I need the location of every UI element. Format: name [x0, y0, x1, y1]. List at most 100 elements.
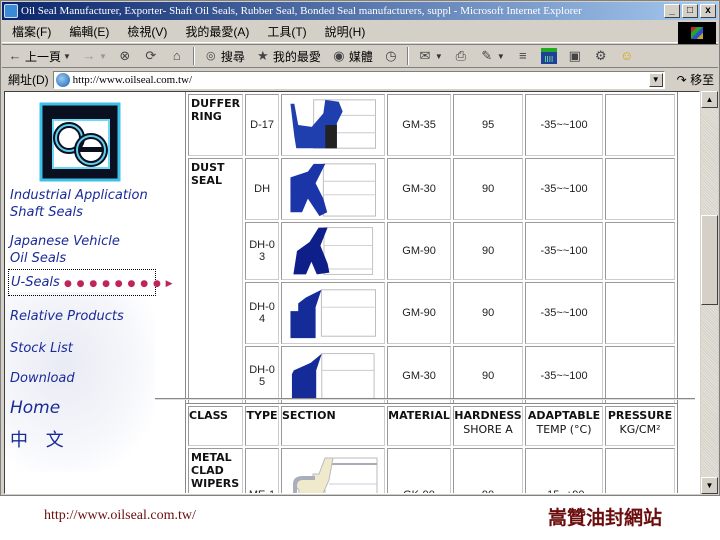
chevron-down-icon[interactable]: ▼	[497, 52, 505, 61]
research-icon: IIII	[540, 48, 557, 64]
header-hardness: HARDNESS SHORE A	[453, 406, 523, 446]
sidebar-item-japanese-vehicle-oil-seals[interactable]: Japanese Vehicle Oil Seals	[10, 233, 120, 267]
address-bar: 網址(D) http://www.oilseal.com.tw/ ▼ ↷ 移至	[2, 69, 718, 90]
cell-material: GM-35	[387, 94, 452, 156]
menu-tools[interactable]: 工具(T)	[257, 23, 314, 40]
cell-material: GM-90	[387, 282, 452, 344]
cell-temp: -15~+90	[525, 448, 603, 493]
menu-help[interactable]: 說明(H)	[315, 23, 374, 40]
company-logo	[39, 102, 121, 182]
media-button[interactable]: ◉ 媒體	[326, 48, 378, 65]
cell-material: GM-90	[387, 222, 452, 280]
research-button[interactable]: IIII	[536, 48, 562, 64]
cell-pressure	[605, 448, 675, 493]
header-hardness-line2: SHORE A	[463, 423, 513, 436]
cell-type: DH	[245, 158, 280, 220]
menu-edit[interactable]: 編輯(E)	[59, 23, 117, 40]
back-button[interactable]: ← 上一頁 ▼	[2, 48, 76, 65]
nav-label-line1: Industrial Application	[10, 188, 148, 203]
cell-hardness: 90	[453, 346, 524, 406]
favorites-button[interactable]: ★ 我的最愛	[250, 48, 326, 65]
cell-material: GM-30	[387, 346, 452, 406]
header-temp: ADAPTABLE TEMP (°C)	[525, 406, 603, 446]
print-button[interactable]: ⎙	[448, 48, 474, 64]
cell-pressure	[605, 346, 676, 406]
nav-label-line1: Japanese Vehicle	[10, 234, 120, 249]
back-arrow-icon: ←	[8, 48, 22, 63]
messenger-button[interactable]: ☺	[614, 48, 640, 64]
table-row: DUFFER RING D-17 GM-35 95 -35~~100	[188, 94, 676, 156]
go-button[interactable]: ↷ 移至	[677, 71, 714, 88]
favorites-icon: ★	[257, 48, 269, 63]
scroll-down-arrow-icon[interactable]: ▼	[701, 477, 718, 494]
address-dropdown-icon[interactable]: ▼	[648, 72, 663, 87]
search-button[interactable]: ◎ 搜尋	[198, 48, 250, 65]
settings-button[interactable]: ⚙	[588, 48, 614, 64]
toolbar-separator	[406, 47, 409, 65]
scroll-up-arrow-icon[interactable]: ▲	[701, 91, 718, 108]
sidebar-item-home[interactable]: Home	[10, 400, 60, 417]
vertical-scrollbar[interactable]: ▲ ▼	[701, 91, 718, 494]
messenger-icon: ☺	[620, 48, 634, 63]
home-button[interactable]: ⌂	[164, 48, 190, 64]
cell-section	[281, 222, 386, 280]
sidebar-item-download[interactable]: Download	[10, 370, 75, 387]
sidebar-item-industrial-shaft-seals[interactable]: Industrial Application Shaft Seals	[10, 187, 148, 221]
cell-pressure	[605, 222, 676, 280]
chevron-down-icon[interactable]: ▼	[99, 52, 107, 61]
scroll-thumb[interactable]	[701, 215, 718, 305]
cell-type: DH-04	[245, 282, 280, 344]
stop-button[interactable]: ⊗	[112, 48, 138, 64]
close-button[interactable]: x	[700, 4, 716, 18]
nav-label: U-Seals	[11, 275, 60, 290]
cell-temp: -35~~100	[525, 282, 604, 344]
u-seal-table-wipers: CLASS TYPE SECTION MATERIAL HARDNESS SHO…	[185, 403, 678, 493]
address-url: http://www.oilseal.com.tw/	[72, 73, 193, 86]
cell-temp: -35~~100	[525, 94, 604, 156]
menu-view[interactable]: 檢視(V)	[117, 23, 175, 40]
search-icon: ◎	[206, 50, 216, 62]
sidebar-item-chinese[interactable]: 中 文	[10, 432, 70, 450]
footer-site-name: 嵩贊油封網站	[548, 507, 663, 529]
table-row: DH-05 GM-30 90 -35~~100	[188, 346, 676, 406]
cell-hardness: 90	[453, 448, 523, 493]
menu-favorites[interactable]: 我的最愛(A)	[175, 23, 257, 40]
chevron-down-icon[interactable]: ▼	[435, 52, 443, 61]
sidebar-item-relative-products[interactable]: Relative Products	[10, 308, 124, 325]
bookmark-icon: ▣	[568, 48, 581, 63]
metal-clad-wiper-section-image	[293, 457, 378, 493]
cell-type: ME-1	[245, 448, 279, 493]
table-row: DH-04 GM-90 90 -35~~100	[188, 282, 676, 344]
menu-file[interactable]: 檔案(F)	[2, 23, 59, 40]
section-divider	[155, 398, 695, 400]
address-input[interactable]: http://www.oilseal.com.tw/ ▼	[52, 70, 665, 89]
bookmark-button[interactable]: ▣	[562, 48, 588, 64]
discuss-button[interactable]: ≡	[510, 48, 536, 64]
stop-icon: ⊗	[119, 48, 131, 63]
history-button[interactable]: ◷	[378, 48, 404, 64]
cell-temp: -35~~100	[525, 158, 604, 220]
chevron-down-icon[interactable]: ▼	[63, 52, 71, 61]
cell-section	[281, 94, 386, 156]
back-label: 上一頁	[25, 49, 62, 64]
edit-button[interactable]: ✎ ▼	[474, 48, 510, 64]
forward-arrow-icon: →	[82, 48, 96, 63]
window-title: Oil Seal Manufacturer, Exporter- Shaft O…	[21, 5, 582, 17]
minimize-button[interactable]: _	[664, 4, 680, 18]
forward-button[interactable]: → ▼	[76, 48, 112, 64]
u-seal-table-dust: DUFFER RING D-17 GM-35 95 -35~~100 DUST SEAL D…	[185, 92, 679, 409]
seal-section-image	[290, 99, 377, 149]
header-type: TYPE	[245, 406, 279, 446]
mail-button[interactable]: ✉ ▼	[412, 48, 448, 64]
seal-section-image	[293, 227, 374, 275]
maximize-button[interactable]: □	[682, 4, 698, 18]
header-section: SECTION	[281, 406, 385, 446]
refresh-button[interactable]: ⟳	[138, 48, 164, 64]
cell-section	[281, 346, 386, 406]
print-icon: ⎙	[455, 48, 467, 63]
ie-app-icon	[4, 4, 18, 18]
sidebar-nav: Industrial Application Shaft Seals Japan…	[5, 92, 173, 493]
sidebar-item-u-seals[interactable]: U-Seals ● ● ● ● ● ● ● ● ▶	[8, 269, 173, 296]
cell-pressure	[605, 94, 676, 156]
sidebar-item-stock-list[interactable]: Stock List	[10, 340, 73, 357]
